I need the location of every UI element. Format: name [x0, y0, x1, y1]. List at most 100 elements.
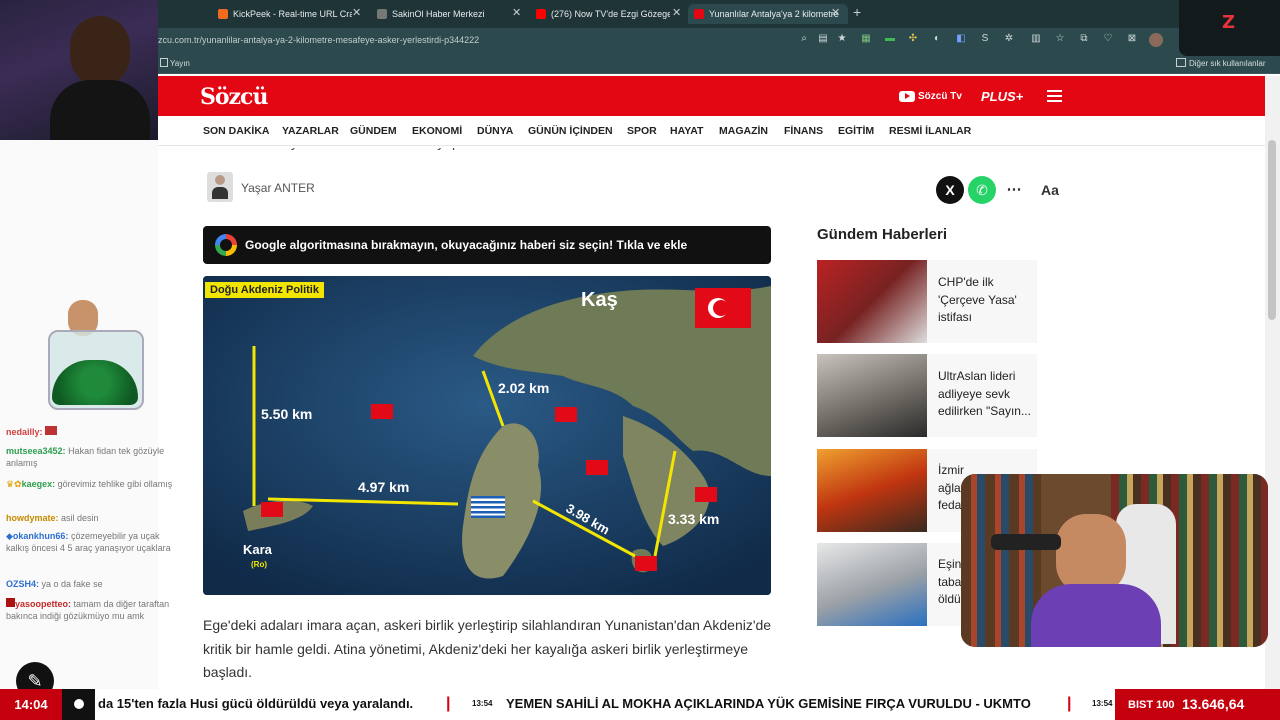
x-share-icon[interactable]: X: [936, 176, 964, 204]
new-tab-icon[interactable]: +: [853, 4, 861, 20]
extension-icon[interactable]: ▬: [884, 33, 896, 45]
author-name[interactable]: Yaşar ANTER: [241, 181, 315, 195]
nav-gunun-icinden[interactable]: GÜNÜN İÇİNDEN: [528, 125, 613, 137]
nav-hayat[interactable]: HAYAT: [670, 125, 703, 137]
chat-username[interactable]: nedailly:: [6, 427, 43, 437]
ticker-item: YEMEN SAHİLİ AL MOKHA AÇIKLARINDA YÜK GE…: [506, 696, 1031, 711]
nav-resmi-ilanlar[interactable]: RESMİ İLANLAR: [889, 125, 971, 137]
sozcu-logo[interactable]: Sözcü: [200, 84, 268, 110]
whatsapp-icon[interactable]: ✆: [968, 176, 996, 204]
extension-icon[interactable]: ▦: [860, 33, 872, 45]
screenshot-icon[interactable]: ⊠: [1126, 33, 1138, 45]
close-icon[interactable]: ✕: [352, 6, 361, 19]
distance-label: 4.97 km: [358, 479, 409, 495]
news-card-image[interactable]: [817, 260, 927, 343]
close-icon[interactable]: ✕: [512, 6, 521, 19]
nav-gundem[interactable]: GÜNDEM: [350, 125, 397, 137]
nav-spor[interactable]: SPOR: [627, 125, 657, 137]
menu-icon[interactable]: [1047, 90, 1062, 102]
bookmarks-bar: [0, 52, 1280, 74]
tab-label: Yunanlılar Antalya'ya 2 kilometre: [709, 9, 839, 19]
webcam-overlay-2: [961, 474, 1268, 647]
nav-magazin[interactable]: MAGAZİN: [719, 125, 768, 137]
ticker-clock: 14:04: [0, 689, 62, 720]
bookmark-yayin[interactable]: Yayın: [170, 59, 190, 68]
nav-ekonomi[interactable]: EKONOMİ: [412, 125, 462, 137]
tab-sozcu-active[interactable]: Yunanlılar Antalya'ya 2 kilometre: [688, 4, 848, 24]
distance-label: 5.50 km: [261, 406, 312, 422]
news-card-title[interactable]: UltrAslan lideri adliyeye sevk edilirken…: [938, 368, 1034, 421]
chat-message: mutseea3452: Hakan fidan tek gözüyle anl…: [6, 445, 176, 469]
place-label-bottom: Kara: [243, 542, 273, 557]
bist-label: BIST 100: [1128, 699, 1175, 711]
extension-icon[interactable]: ◐: [931, 33, 943, 45]
badge-icon: ♛✿: [6, 479, 22, 489]
nav-finans[interactable]: FİNANS: [784, 125, 823, 137]
chat-message: yasoopetteo: tamam da diğer taraftan bak…: [6, 598, 176, 622]
news-card-title[interactable]: CHP'de ilk 'Çerçeve Yasa' istifası: [938, 274, 1034, 327]
nav-yazarlar[interactable]: YAZARLAR: [282, 125, 339, 137]
chat-username[interactable]: howdymate:: [6, 513, 59, 523]
ticker-separator: |: [446, 695, 451, 712]
font-size-icon[interactable]: Aa: [1036, 176, 1064, 204]
bookmark-other[interactable]: Diğer sık kullanılanlar: [1189, 59, 1265, 68]
youtube-icon: [536, 9, 546, 19]
more-icon[interactable]: ⋯: [1000, 176, 1028, 204]
tab-youtube[interactable]: (276) Now TV'de Ezgi Gözeger ile: [530, 4, 670, 24]
extension-icon[interactable]: S: [979, 33, 991, 45]
chat-username[interactable]: OZSH4:: [6, 579, 39, 589]
chat-username[interactable]: yasoopetteo:: [15, 599, 71, 609]
news-card-image[interactable]: [817, 449, 927, 532]
favorites-icon[interactable]: ☆: [1054, 33, 1066, 45]
chat-emote-image: [30, 300, 150, 415]
place-label-bottom-sub: (Ro): [251, 560, 267, 569]
google-banner-text[interactable]: Google algoritmasına bırakmayın, okuyaca…: [245, 238, 687, 252]
sozcu-tv-link[interactable]: Sözcü Tv: [918, 91, 962, 102]
chat-username[interactable]: mutseea3452:: [6, 446, 66, 456]
ticker-item: da 15'ten fazla Husi gücü öldürüldü veya…: [98, 696, 414, 711]
url-text[interactable]: zcu.com.tr/yunanlilar-antalya-ya-2-kilom…: [158, 35, 479, 45]
tab-kickpeek[interactable]: KickPeek - Real-time URL Crawler: [212, 4, 352, 24]
puzzle-icon[interactable]: ✲: [1003, 33, 1015, 45]
chat-username[interactable]: kaegex:: [22, 479, 56, 489]
tab-favicon-icon: [694, 9, 704, 19]
site-header: [158, 76, 1265, 116]
google-icon: [215, 234, 237, 256]
folder-icon: [1176, 58, 1186, 67]
extension-icon[interactable]: ◧: [955, 33, 967, 45]
nav-son-dakika[interactable]: SON DAKİKA: [203, 125, 270, 137]
collections-icon[interactable]: ⧉: [1078, 33, 1090, 45]
extension-icon[interactable]: ✣: [907, 33, 919, 45]
heart-icon[interactable]: ♡: [1102, 33, 1114, 45]
nav-egitim[interactable]: EGİTİM: [838, 125, 874, 137]
scrollbar-thumb[interactable]: [1268, 140, 1276, 320]
nav-dunya[interactable]: DÜNYA: [477, 125, 513, 137]
tab-label: SakinOl Haber Merkezi: [392, 9, 485, 19]
webcam-overlay: [0, 0, 158, 140]
close-icon[interactable]: ✕: [831, 6, 840, 19]
article-map-image: 5.50 km 2.02 km 4.97 km 3.98 km 3.33 km …: [203, 276, 771, 595]
chat-message: ♛✿kaegex: görevimiz tehlike gibi ollamış: [6, 478, 176, 490]
chat-username[interactable]: okankhun66:: [13, 531, 69, 541]
streamer-body: [1031, 584, 1161, 647]
distance-label: 2.02 km: [498, 380, 549, 396]
tab-favicon-icon: [218, 9, 228, 19]
chat-message: howdymate: asil desin: [6, 512, 176, 524]
zoom-icon[interactable]: ⌕: [798, 33, 810, 45]
news-card-image[interactable]: [817, 543, 927, 626]
close-icon[interactable]: ✕: [672, 6, 681, 19]
plus-link[interactable]: PLUS+: [981, 89, 1023, 104]
reader-icon[interactable]: ▤: [817, 33, 829, 45]
avatar[interactable]: [1149, 33, 1163, 47]
news-card-image[interactable]: [817, 354, 927, 437]
chat-text: ya o da fake se: [41, 579, 103, 589]
map-badge: Doğu Akdeniz Politik: [205, 282, 324, 298]
split-view-icon[interactable]: ▥: [1030, 33, 1042, 45]
star-icon[interactable]: ★: [836, 33, 848, 45]
streamer-body: [50, 80, 150, 140]
tab-sakinol[interactable]: SakinOl Haber Merkezi: [371, 4, 511, 24]
distance-label: 3.33 km: [668, 511, 719, 527]
live-indicator: [62, 689, 95, 720]
author-avatar: [207, 172, 233, 202]
sidebar-title: Gündem Haberleri: [817, 226, 948, 243]
